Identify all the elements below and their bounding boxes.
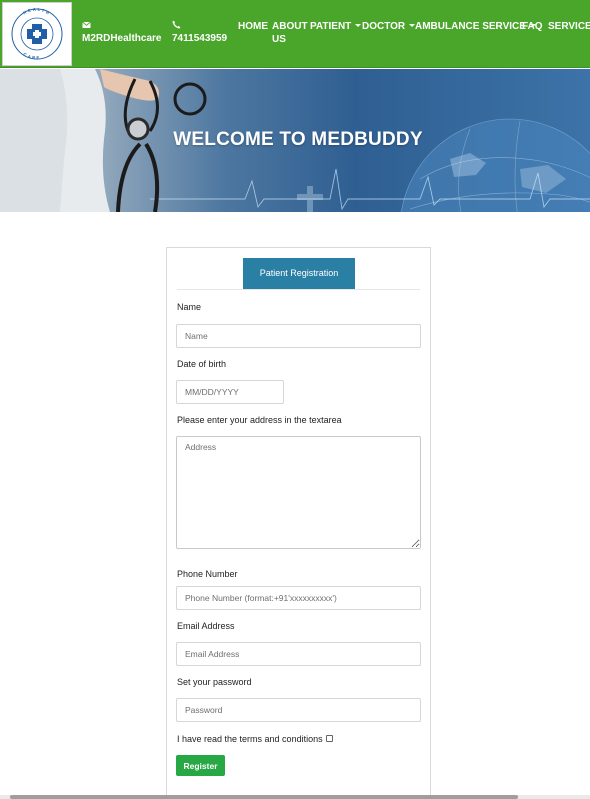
password-input[interactable]	[176, 698, 421, 722]
caret-down-icon	[355, 23, 362, 27]
password-label: Set your password	[177, 677, 252, 687]
horizontal-scrollbar[interactable]	[0, 795, 590, 799]
svg-text:E: E	[27, 7, 31, 13]
nav-patient-dropdown[interactable]: PATIENT	[310, 20, 362, 33]
healthcare-logo[interactable]: H E A L T H C A R E	[2, 2, 72, 66]
envelope-icon	[82, 20, 161, 32]
svg-text:A: A	[33, 7, 37, 12]
nav-ambulance-service-dropdown[interactable]: AMBULANCE SERVICE	[415, 20, 536, 33]
contact-phone-text: 7411543959	[172, 33, 228, 44]
name-input[interactable]	[176, 324, 421, 348]
hero-title: WELCOME TO MEDBUDDY	[173, 129, 423, 150]
name-label: Name	[177, 302, 202, 312]
top-navbar: H E A L T H C A R E M2RDHealthcare 74115…	[0, 0, 590, 68]
nav-about-us[interactable]: ABOUT US	[272, 20, 308, 46]
svg-text:E: E	[36, 55, 39, 60]
nav-home[interactable]: HOME	[238, 20, 268, 33]
email-label: Email Address	[177, 621, 235, 631]
scrollbar-thumb[interactable]	[10, 795, 518, 799]
svg-text:H: H	[22, 10, 27, 16]
register-button[interactable]: Register	[176, 755, 225, 776]
tab-divider	[177, 289, 420, 290]
nav-doctor-dropdown[interactable]: DOCTOR	[362, 20, 416, 33]
registration-form-card: Patient Registration Name Date of birth …	[166, 247, 431, 799]
nav-faq[interactable]: FAQ	[522, 20, 543, 33]
tab-patient-registration[interactable]: Patient Registration	[243, 258, 355, 289]
terms-label: I have read the terms and conditions	[177, 734, 323, 744]
contact-email-text: M2RDHealthcare	[82, 33, 162, 44]
hero-banner: WELCOME TO MEDBUDDY	[0, 69, 590, 212]
logo-emblem-icon: H E A L T H C A R E	[11, 7, 63, 60]
address-label: Please enter your address in the textare…	[177, 415, 342, 425]
phone-icon	[172, 20, 227, 32]
contact-phone[interactable]: 7411543959	[172, 20, 227, 46]
phone-label: Phone Number	[177, 569, 238, 579]
phone-input[interactable]	[176, 586, 421, 610]
terms-row: I have read the terms and conditions	[177, 734, 333, 744]
nav-services[interactable]: SERVICES	[548, 20, 590, 33]
dob-label: Date of birth	[177, 359, 227, 369]
address-textarea[interactable]	[176, 436, 421, 549]
terms-checkbox[interactable]	[325, 735, 333, 743]
contact-email[interactable]: M2RDHealthcare	[82, 20, 161, 46]
svg-text:R: R	[32, 55, 36, 60]
email-input[interactable]	[176, 642, 421, 666]
dob-input[interactable]	[176, 380, 284, 404]
